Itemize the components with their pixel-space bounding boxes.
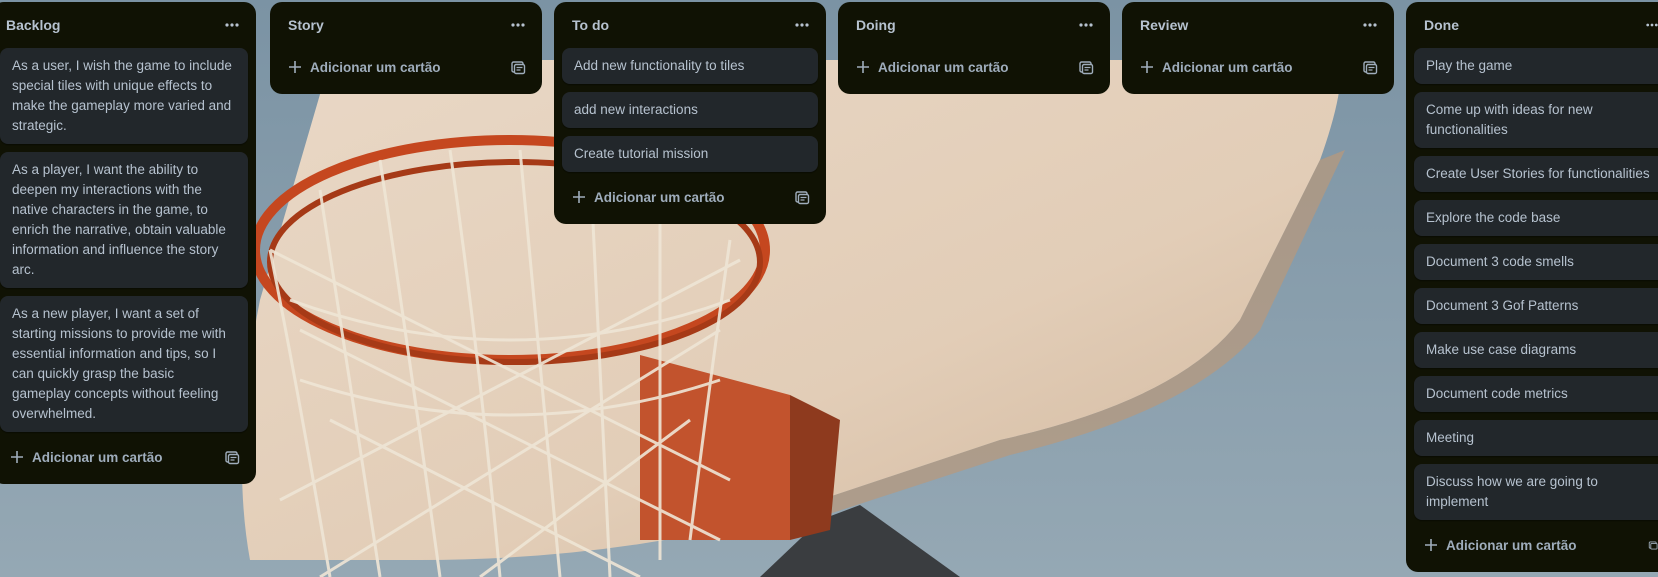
add-card-row: Adicionar um cartão xyxy=(0,438,248,476)
card-template-icon[interactable] xyxy=(1078,59,1094,75)
list-story: Story Adicionar um cartão xyxy=(270,2,542,94)
add-card-button[interactable]: Adicionar um cartão xyxy=(572,190,725,205)
list-title[interactable]: Review xyxy=(1140,17,1188,33)
card-list: As a user, I wish the game to include sp… xyxy=(0,48,256,432)
card[interactable]: Discuss how we are going to implement xyxy=(1414,464,1658,520)
add-card-button[interactable]: Adicionar um cartão xyxy=(856,60,1009,75)
card[interactable]: As a new player, I want a set of startin… xyxy=(0,296,248,432)
add-card-row: Adicionar um cartão xyxy=(278,48,534,86)
card-template-icon[interactable] xyxy=(510,59,526,75)
card[interactable]: As a player, I want the ability to deepe… xyxy=(0,152,248,288)
list-header: To do xyxy=(554,2,826,48)
card-list: Play the game Come up with ideas for new… xyxy=(1406,48,1658,520)
card[interactable]: Document 3 Gof Patterns xyxy=(1414,288,1658,324)
add-card-label: Adicionar um cartão xyxy=(594,189,725,205)
list-review: Review Adicionar um cartão xyxy=(1122,2,1394,94)
list-header: Done xyxy=(1406,2,1658,48)
card[interactable]: Add new functionality to tiles xyxy=(562,48,818,84)
list-title[interactable]: Story xyxy=(288,17,324,33)
card-template-icon[interactable] xyxy=(224,449,240,465)
add-card-label: Adicionar um cartão xyxy=(310,59,441,75)
card[interactable]: Play the game xyxy=(1414,48,1658,84)
card-template-icon[interactable] xyxy=(1648,537,1658,553)
add-card-row: Adicionar um cartão xyxy=(846,48,1102,86)
add-card-label: Adicionar um cartão xyxy=(1446,537,1577,553)
list-doing: Doing Adicionar um cartão xyxy=(838,2,1110,94)
more-options-icon[interactable] xyxy=(1646,17,1658,33)
card-template-icon[interactable] xyxy=(1362,59,1378,75)
more-options-icon[interactable] xyxy=(222,17,242,33)
more-options-icon[interactable] xyxy=(508,17,528,33)
list-title[interactable]: Backlog xyxy=(6,17,60,33)
list-header: Story xyxy=(270,2,542,48)
list-title[interactable]: Doing xyxy=(856,17,896,33)
card-template-icon[interactable] xyxy=(794,189,810,205)
add-card-button[interactable]: Adicionar um cartão xyxy=(288,60,441,75)
add-card-label: Adicionar um cartão xyxy=(32,449,163,465)
card[interactable]: add new interactions xyxy=(562,92,818,128)
card[interactable]: Make use case diagrams xyxy=(1414,332,1658,368)
card[interactable]: Document code metrics xyxy=(1414,376,1658,412)
more-options-icon[interactable] xyxy=(1360,17,1380,33)
card[interactable]: As a user, I wish the game to include sp… xyxy=(0,48,248,144)
more-options-icon[interactable] xyxy=(1076,17,1096,33)
plus-icon xyxy=(1141,61,1153,73)
add-card-label: Adicionar um cartão xyxy=(1162,59,1293,75)
kanban-board: Backlog As a user, I wish the game to in… xyxy=(0,0,1658,577)
card-list: Add new functionality to tiles add new i… xyxy=(554,48,826,172)
list-header: Doing xyxy=(838,2,1110,48)
add-card-button[interactable]: Adicionar um cartão xyxy=(10,450,163,465)
add-card-button[interactable]: Adicionar um cartão xyxy=(1140,60,1293,75)
card[interactable]: Create User Stories for functionalities xyxy=(1414,156,1658,192)
add-card-label: Adicionar um cartão xyxy=(878,59,1009,75)
list-to-do: To do Add new functionality to tiles add… xyxy=(554,2,826,224)
add-card-button[interactable]: Adicionar um cartão xyxy=(1424,538,1577,553)
list-title[interactable]: To do xyxy=(572,17,609,33)
list-done: Done Play the game Come up with ideas fo… xyxy=(1406,2,1658,572)
plus-icon xyxy=(857,61,869,73)
list-backlog: Backlog As a user, I wish the game to in… xyxy=(0,2,256,484)
card[interactable]: Come up with ideas for new functionaliti… xyxy=(1414,92,1658,148)
list-header: Backlog xyxy=(0,2,256,48)
add-card-row: Adicionar um cartão xyxy=(1414,526,1658,564)
card[interactable]: Create tutorial mission xyxy=(562,136,818,172)
add-card-row: Adicionar um cartão xyxy=(1130,48,1386,86)
list-header: Review xyxy=(1122,2,1394,48)
plus-icon xyxy=(1425,539,1437,551)
card[interactable]: Meeting xyxy=(1414,420,1658,456)
plus-icon xyxy=(573,191,585,203)
plus-icon xyxy=(289,61,301,73)
plus-icon xyxy=(11,451,23,463)
card[interactable]: Document 3 code smells xyxy=(1414,244,1658,280)
list-title[interactable]: Done xyxy=(1424,17,1459,33)
add-card-row: Adicionar um cartão xyxy=(562,178,818,216)
card[interactable]: Explore the code base xyxy=(1414,200,1658,236)
more-options-icon[interactable] xyxy=(792,17,812,33)
